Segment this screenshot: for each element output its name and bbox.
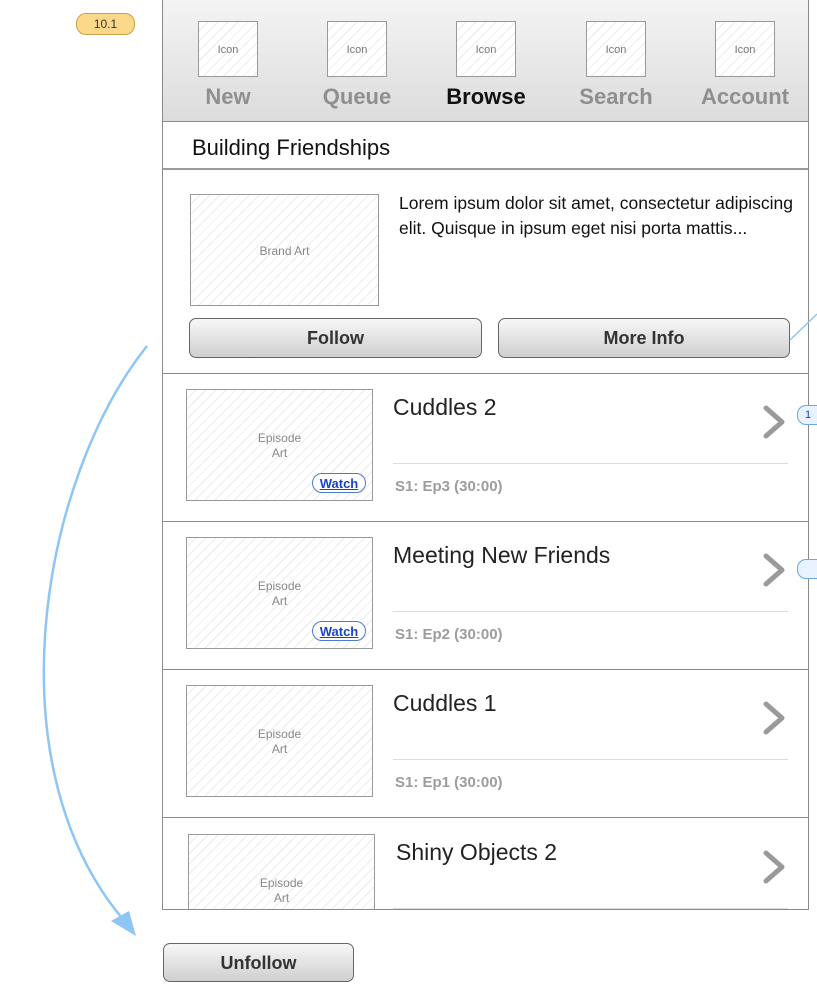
episode-meta: S1: Ep1 (30:00)	[395, 774, 503, 791]
divider	[393, 908, 788, 909]
tab-search[interactable]: Icon Search	[556, 0, 676, 121]
annotation-marker	[797, 559, 817, 579]
chevron-right-icon	[763, 405, 785, 439]
tab-label: Account	[701, 84, 789, 109]
account-icon: Icon	[715, 21, 775, 77]
new-icon: Icon	[198, 21, 258, 77]
brand-description: Lorem ipsum dolor sit amet, consectetur …	[399, 193, 793, 238]
browse-icon: Icon	[456, 21, 516, 77]
phone-screen: Icon New Icon Queue Icon Browse Icon Sea…	[162, 0, 809, 910]
tab-label: Search	[579, 84, 653, 109]
watch-button[interactable]: Watch	[312, 473, 366, 493]
title-bar: Building Friendships	[163, 122, 808, 170]
watch-button[interactable]: Watch	[312, 621, 366, 641]
chevron-right-icon	[763, 850, 785, 884]
episode-meta: S1: Ep2 (30:00)	[395, 626, 503, 643]
tab-label: Browse	[446, 84, 526, 109]
episode-title: Meeting New Friends	[393, 542, 611, 568]
tab-new[interactable]: Icon New	[168, 0, 288, 121]
episode-art-image: Episode Art	[186, 685, 373, 797]
queue-icon: Icon	[327, 21, 387, 77]
follow-button[interactable]: Follow	[189, 318, 482, 358]
brand-section: Brand Art Lorem ipsum dolor sit amet, co…	[163, 170, 808, 374]
tab-bar: Icon New Icon Queue Icon Browse Icon Sea…	[163, 0, 808, 122]
flow-arrow-head	[111, 911, 136, 936]
tab-label: New	[205, 84, 251, 109]
brand-art-image: Brand Art	[190, 194, 379, 306]
annotation-marker: 1	[797, 405, 817, 425]
episode-title: Cuddles 2	[393, 394, 497, 420]
chevron-right-icon	[763, 553, 785, 587]
tab-account[interactable]: Icon Account	[685, 0, 805, 121]
episode-art-caption: Episode Art	[257, 431, 302, 460]
search-icon: Icon	[586, 21, 646, 77]
episode-row[interactable]: Episode Art Cuddles 1 S1: Ep1 (30:00)	[163, 670, 808, 818]
chevron-right-icon	[763, 701, 785, 735]
annotation-badge: 10.1	[76, 13, 135, 35]
more-info-button[interactable]: More Info	[498, 318, 790, 358]
tab-label: Queue	[322, 84, 392, 109]
page-title: Building Friendships	[192, 135, 391, 160]
tab-browse[interactable]: Icon Browse	[426, 0, 546, 121]
episode-row[interactable]: Episode Art Watch Meeting New Friends S1:…	[163, 522, 808, 670]
episode-art-image: Episode Art	[188, 834, 375, 909]
episode-row[interactable]: Episode Art Shiny Objects 2	[163, 819, 808, 909]
unfollow-button[interactable]: Unfollow	[163, 943, 354, 982]
divider	[393, 463, 788, 464]
divider	[393, 759, 788, 760]
episode-title: Shiny Objects 2	[396, 839, 558, 865]
tab-queue[interactable]: Icon Queue	[297, 0, 417, 121]
episode-meta: S1: Ep3 (30:00)	[395, 478, 503, 495]
episode-art-image: Episode Art Watch	[186, 389, 373, 501]
episode-row[interactable]: Episode Art Watch Cuddles 2 S1: Ep3 (30:0…	[163, 374, 808, 522]
divider	[393, 611, 788, 612]
episode-art-caption: Episode Art	[257, 727, 302, 756]
episode-title: Cuddles 1	[393, 690, 497, 716]
episode-art-caption: Episode Art	[259, 876, 304, 905]
episode-art-image: Episode Art Watch	[186, 537, 373, 649]
episode-art-caption: Episode Art	[257, 579, 302, 608]
flow-arrow-curve	[42, 345, 148, 926]
